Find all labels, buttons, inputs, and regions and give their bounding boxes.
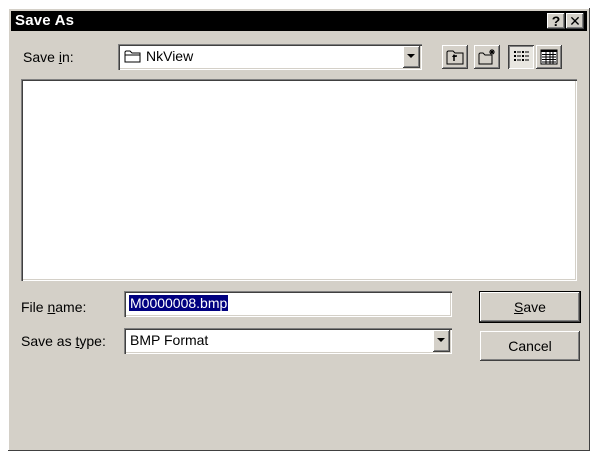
save-as-type-value: BMP Format	[130, 332, 209, 348]
up-one-level-button[interactable]	[442, 45, 468, 69]
title-bar[interactable]: Save As ? ✕	[11, 11, 587, 31]
list-view-button[interactable]	[508, 45, 534, 69]
help-button[interactable]: ?	[547, 13, 565, 29]
folder-icon	[124, 50, 141, 63]
file-name-label: File name:	[21, 299, 87, 315]
save-in-dropdown[interactable]: NkView	[118, 44, 422, 70]
list-view-icon	[514, 51, 529, 61]
save-in-value-wrap: NkView	[124, 48, 193, 64]
save-as-type-dropdown[interactable]: BMP Format	[124, 328, 452, 354]
up-one-level-icon	[446, 50, 464, 65]
cancel-button[interactable]: Cancel	[480, 331, 580, 361]
create-new-folder-button[interactable]	[474, 45, 500, 69]
save-in-value: NkView	[146, 48, 194, 64]
details-view-button[interactable]	[536, 45, 562, 69]
close-button[interactable]: ✕	[566, 13, 584, 29]
file-list[interactable]	[21, 79, 577, 281]
save-as-type-label: Save as type:	[21, 333, 106, 349]
save-button[interactable]: Save	[480, 292, 580, 322]
save-in-label: Save in:	[23, 49, 74, 65]
save-as-dialog: Save As ? ✕ Save in: NkView File name: M…	[8, 8, 590, 451]
file-name-value: M0000008.bmp	[129, 295, 229, 311]
create-new-folder-icon	[478, 49, 495, 65]
chevron-down-icon[interactable]	[403, 46, 420, 68]
chevron-down-icon[interactable]	[433, 330, 450, 352]
details-view-icon	[540, 49, 558, 65]
file-name-field[interactable]: M0000008.bmp	[124, 291, 452, 317]
window-title: Save As	[15, 12, 75, 29]
